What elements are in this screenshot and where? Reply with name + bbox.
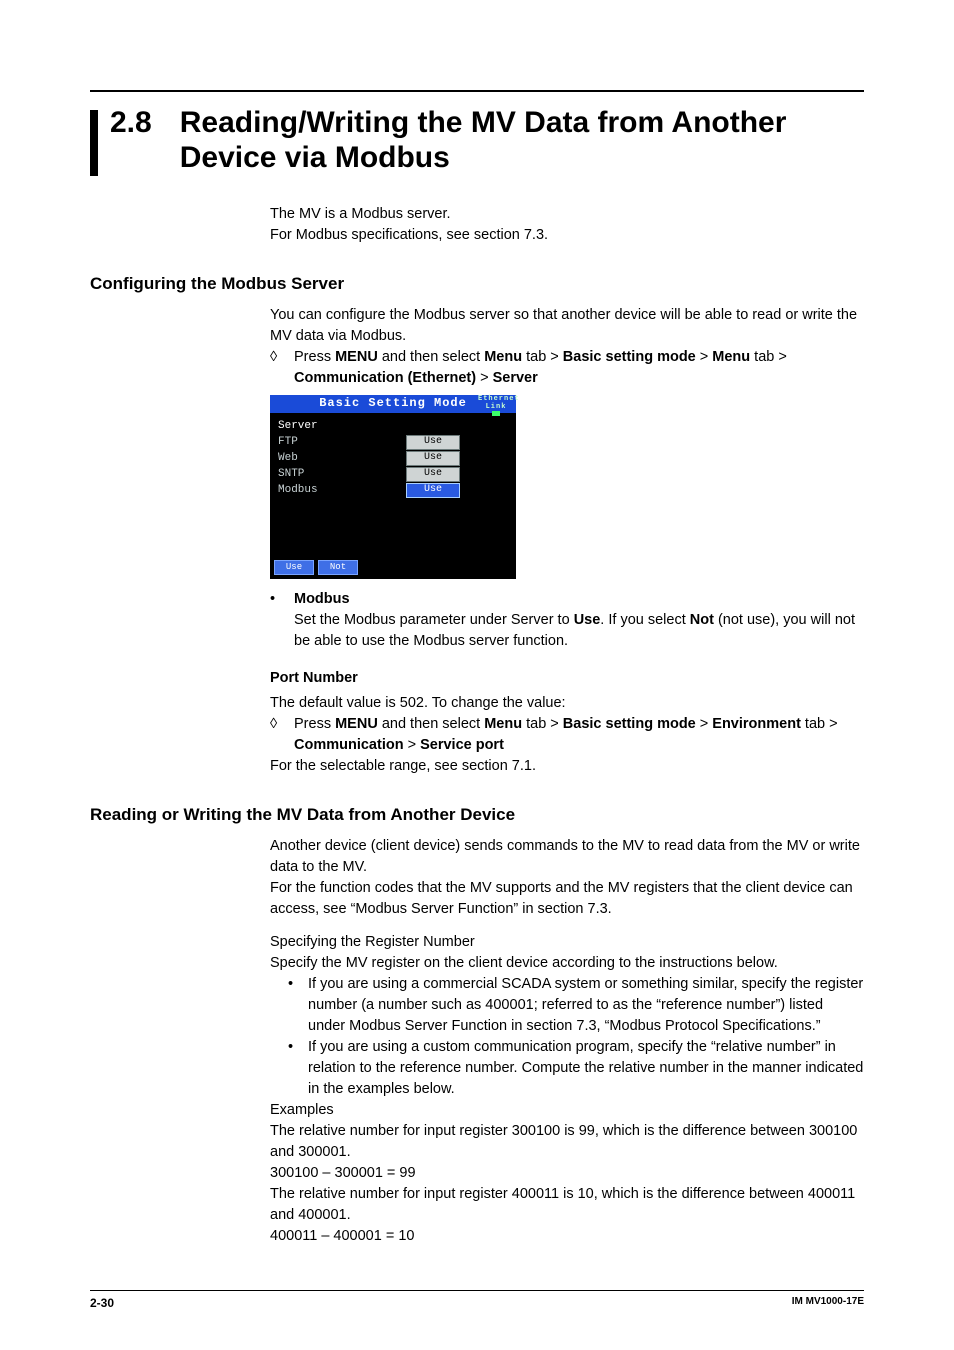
kw-menu: MENU	[335, 349, 378, 365]
intro: The MV is a Modbus server. For Modbus sp…	[270, 204, 864, 246]
t: tab >	[522, 349, 563, 365]
nav-text: Press MENU and then select Menu tab > Ba…	[294, 347, 787, 389]
nav-text: Press MENU and then select Menu tab > Ba…	[294, 714, 838, 756]
kw-communication: Communication	[294, 737, 404, 753]
t: >	[696, 349, 713, 365]
t: Set the Modbus parameter under Server to	[294, 612, 574, 628]
row-value-selected[interactable]: Use	[406, 483, 460, 498]
modbus-bullet-title: Modbus	[294, 591, 350, 607]
spec-bullet-1: • If you are using a commercial SCADA sy…	[288, 974, 864, 1037]
kw-menu-tab: Menu	[712, 349, 750, 365]
modbus-bullet-body: Modbus Set the Modbus parameter under Se…	[294, 589, 864, 652]
server-row-ftp: FTP Use	[278, 435, 508, 451]
row-label: Web	[278, 451, 406, 467]
config-desc: You can configure the Modbus server so t…	[270, 305, 864, 347]
device-screenshot: Basic Setting Mode Ethernet Link Server …	[270, 395, 516, 579]
kw-basic-setting-mode: Basic setting mode	[563, 716, 696, 732]
bullet-icon: •	[288, 974, 298, 1037]
heading-rw: Reading or Writing the MV Data from Anot…	[90, 803, 864, 828]
t: Press	[294, 349, 335, 365]
t: tab >	[801, 716, 838, 732]
section-heading: 2.8 Reading/Writing the MV Data from Ano…	[90, 106, 864, 176]
link-label: Ethernet Link	[478, 395, 514, 411]
example-equation: 300100 – 300001 = 99	[270, 1163, 864, 1184]
t: >	[404, 737, 421, 753]
kw-menu: MENU	[335, 716, 378, 732]
page-footer: 2-30 IM MV1000-17E	[90, 1290, 864, 1312]
spec-bullet-text: If you are using a commercial SCADA syst…	[308, 974, 864, 1037]
t: . If you select	[600, 612, 689, 628]
t: Press	[294, 716, 335, 732]
modbus-bullet: • Modbus Set the Modbus parameter under …	[270, 589, 864, 652]
server-row-web: Web Use	[278, 451, 508, 467]
t: and then select	[378, 716, 484, 732]
examples-title: Examples	[270, 1100, 864, 1121]
device-titlebar: Basic Setting Mode Ethernet Link	[270, 395, 516, 413]
device-title: Basic Setting Mode	[319, 395, 467, 412]
kw-menu-tab: Menu	[484, 349, 522, 365]
nav-step: ◊ Press MENU and then select Menu tab > …	[270, 347, 864, 389]
rw-para: Another device (client device) sends com…	[270, 836, 864, 878]
section-number-wrap: 2.8	[90, 106, 152, 176]
config-block: You can configure the Modbus server so t…	[270, 305, 864, 777]
spacer	[270, 920, 864, 932]
example-line: The relative number for input register 4…	[270, 1184, 864, 1226]
t: tab >	[750, 349, 787, 365]
diamond-icon: ◊	[270, 347, 284, 389]
spec-reg-title: Specifying the Register Number	[270, 932, 864, 953]
row-label: FTP	[278, 435, 406, 451]
heading-port-number: Port Number	[270, 668, 864, 689]
kw-server: Server	[493, 370, 538, 386]
section-number: 2.8	[110, 106, 152, 139]
kw-service-port: Service port	[420, 737, 504, 753]
link-led-icon	[492, 411, 500, 416]
row-value[interactable]: Use	[406, 435, 460, 450]
spec-reg-desc: Specify the MV register on the client de…	[270, 953, 864, 974]
bullet-icon: •	[288, 1037, 298, 1100]
rw-para: For the function codes that the MV suppo…	[270, 878, 864, 920]
kw-use: Use	[574, 612, 601, 628]
page-number: 2-30	[90, 1295, 114, 1312]
port-default: The default value is 502. To change the …	[270, 693, 864, 714]
t: >	[476, 370, 493, 386]
intro-line: The MV is a Modbus server.	[270, 204, 864, 225]
row-value[interactable]: Use	[406, 451, 460, 466]
toggle-buttons: Use Not	[274, 560, 358, 575]
heading-config: Configuring the Modbus Server	[90, 272, 864, 297]
intro-line: For Modbus specifications, see section 7…	[270, 225, 864, 246]
spec-bullet-text: If you are using a custom communication …	[308, 1037, 864, 1100]
ethernet-link-indicator: Ethernet Link	[478, 395, 514, 413]
server-heading: Server	[278, 419, 508, 435]
row-label: SNTP	[278, 467, 406, 483]
page: 2.8 Reading/Writing the MV Data from Ano…	[0, 0, 954, 1247]
doc-id: IM MV1000-17E	[792, 1295, 864, 1312]
top-rule	[90, 90, 864, 92]
server-row-sntp: SNTP Use	[278, 467, 508, 483]
port-range: For the selectable range, see section 7.…	[270, 756, 864, 777]
row-label: Modbus	[278, 483, 406, 499]
kw-menu-tab: Menu	[484, 716, 522, 732]
kw-basic-setting-mode: Basic setting mode	[563, 349, 696, 365]
server-panel: Server FTP Use Web Use SNTP Use Modbus U…	[270, 413, 516, 499]
example-equation: 400011 – 400001 = 10	[270, 1226, 864, 1247]
kw-communication-ethernet: Communication (Ethernet)	[294, 370, 476, 386]
spec-bullet-2: • If you are using a custom communicatio…	[288, 1037, 864, 1100]
rw-block: Another device (client device) sends com…	[270, 836, 864, 1247]
row-value[interactable]: Use	[406, 467, 460, 482]
t: >	[696, 716, 713, 732]
bullet-icon: •	[270, 589, 284, 652]
kw-not: Not	[690, 612, 714, 628]
nav-step-port: ◊ Press MENU and then select Menu tab > …	[270, 714, 864, 756]
toggle-use-button[interactable]: Use	[274, 560, 314, 575]
diamond-icon: ◊	[270, 714, 284, 756]
t: tab >	[522, 716, 563, 732]
heading-bar-icon	[90, 110, 98, 176]
server-row-modbus: Modbus Use	[278, 483, 508, 499]
kw-environment: Environment	[712, 716, 801, 732]
section-title: Reading/Writing the MV Data from Another…	[180, 106, 864, 175]
toggle-not-button[interactable]: Not	[318, 560, 358, 575]
example-line: The relative number for input register 3…	[270, 1121, 864, 1163]
t: and then select	[378, 349, 484, 365]
